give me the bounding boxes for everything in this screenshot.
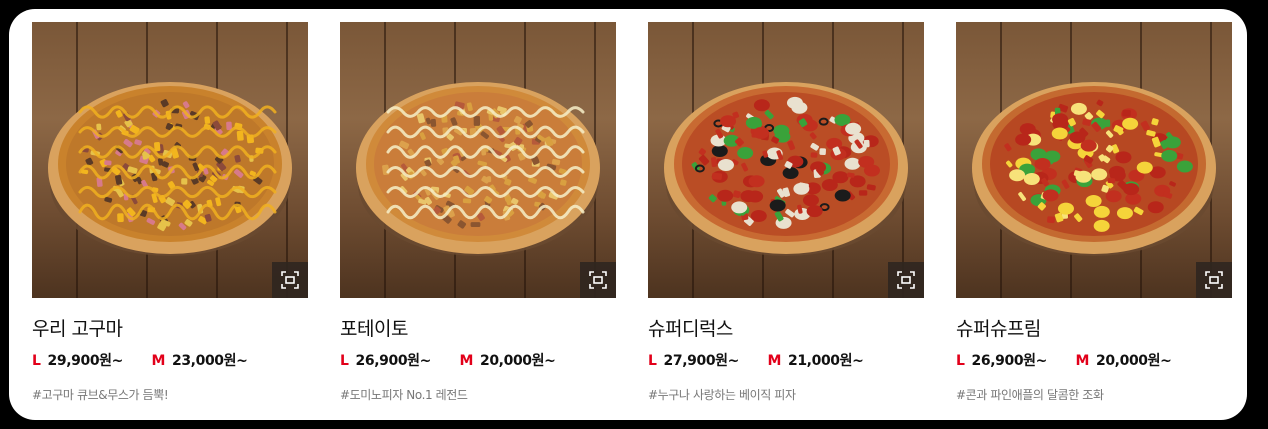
pizza-name[interactable]: 슈퍼디럭스 bbox=[648, 317, 924, 341]
price-value: 20,000원~ bbox=[480, 353, 556, 369]
pizza-prices: L 26,900원~ M 20,000원~ bbox=[956, 351, 1232, 371]
pizza-card[interactable]: 슈퍼디럭스 L 27,900원~ M 21,000원~ #누구나 사랑하는 베이직 … bbox=[648, 22, 924, 403]
size-label: M bbox=[151, 353, 165, 369]
zoom-button[interactable] bbox=[272, 262, 308, 298]
size-label: L bbox=[648, 353, 657, 369]
pizza-illustration bbox=[972, 82, 1216, 256]
pizza-illustration bbox=[48, 82, 292, 256]
zoom-expand-icon bbox=[281, 271, 299, 289]
price-large: L 26,900원~ bbox=[340, 351, 431, 371]
pizza-name[interactable]: 슈퍼슈프림 bbox=[956, 317, 1232, 341]
pizza-card[interactable]: 슈퍼슈프림 L 26,900원~ M 20,000원~ #콘과 파인애플의 달콤한 … bbox=[956, 22, 1232, 403]
pizza-image[interactable] bbox=[648, 22, 924, 298]
price-value: 27,900원~ bbox=[663, 353, 740, 369]
zoom-expand-icon bbox=[897, 271, 915, 289]
size-label: L bbox=[32, 353, 41, 369]
size-label: M bbox=[459, 353, 473, 369]
pizza-prices: L 26,900원~ M 20,000원~ bbox=[340, 351, 616, 371]
size-label: L bbox=[340, 353, 349, 369]
price-value: 20,000원~ bbox=[1096, 353, 1172, 369]
pizza-card[interactable]: 우리 고구마 L 29,900원~ M 23,000원~ #고구마 큐브&무스가 듬… bbox=[32, 22, 308, 403]
price-value: 21,000원~ bbox=[788, 353, 864, 369]
price-value: 29,900원~ bbox=[47, 353, 124, 369]
pizza-hashtag: #누구나 사랑하는 베이직 피자 bbox=[648, 388, 796, 402]
pizza-image[interactable] bbox=[956, 22, 1232, 298]
zoom-button[interactable] bbox=[1196, 262, 1232, 298]
pizza-illustration bbox=[664, 82, 908, 256]
price-large: L 27,900원~ bbox=[648, 351, 739, 371]
size-label: L bbox=[956, 353, 965, 369]
pizza-hashtag: #도미노피자 No.1 레전드 bbox=[340, 388, 468, 402]
pizza-menu-panel: 우리 고구마 L 29,900원~ M 23,000원~ #고구마 큐브&무스가 듬… bbox=[9, 9, 1247, 420]
size-label: M bbox=[1075, 353, 1089, 369]
price-large: L 29,900원~ bbox=[32, 351, 123, 371]
price-value: 26,900원~ bbox=[971, 353, 1048, 369]
pizza-card[interactable]: 포테이토 L 26,900원~ M 20,000원~ #도미노피자 No.1 레전드 bbox=[340, 22, 616, 403]
pizza-name[interactable]: 포테이토 bbox=[340, 317, 616, 341]
pizza-image[interactable] bbox=[32, 22, 308, 298]
zoom-button[interactable] bbox=[580, 262, 616, 298]
zoom-expand-icon bbox=[1205, 271, 1223, 289]
zoom-button[interactable] bbox=[888, 262, 924, 298]
pizza-prices: L 27,900원~ M 21,000원~ bbox=[648, 351, 924, 371]
price-value: 23,000원~ bbox=[172, 353, 248, 369]
price-value: 26,900원~ bbox=[355, 353, 432, 369]
pizza-illustration bbox=[356, 82, 600, 256]
pizza-prices: L 29,900원~ M 23,000원~ bbox=[32, 351, 308, 371]
pizza-name[interactable]: 우리 고구마 bbox=[32, 317, 308, 341]
price-medium: M 21,000원~ bbox=[767, 351, 863, 371]
pizza-hashtag: #콘과 파인애플의 달콤한 조화 bbox=[956, 388, 1104, 402]
price-medium: M 20,000원~ bbox=[459, 351, 555, 371]
price-medium: M 20,000원~ bbox=[1075, 351, 1171, 371]
price-medium: M 23,000원~ bbox=[151, 351, 247, 371]
price-large: L 26,900원~ bbox=[956, 351, 1047, 371]
pizza-hashtag: #고구마 큐브&무스가 듬뿍! bbox=[32, 388, 169, 402]
size-label: M bbox=[767, 353, 781, 369]
pizza-image[interactable] bbox=[340, 22, 616, 298]
zoom-expand-icon bbox=[589, 271, 607, 289]
